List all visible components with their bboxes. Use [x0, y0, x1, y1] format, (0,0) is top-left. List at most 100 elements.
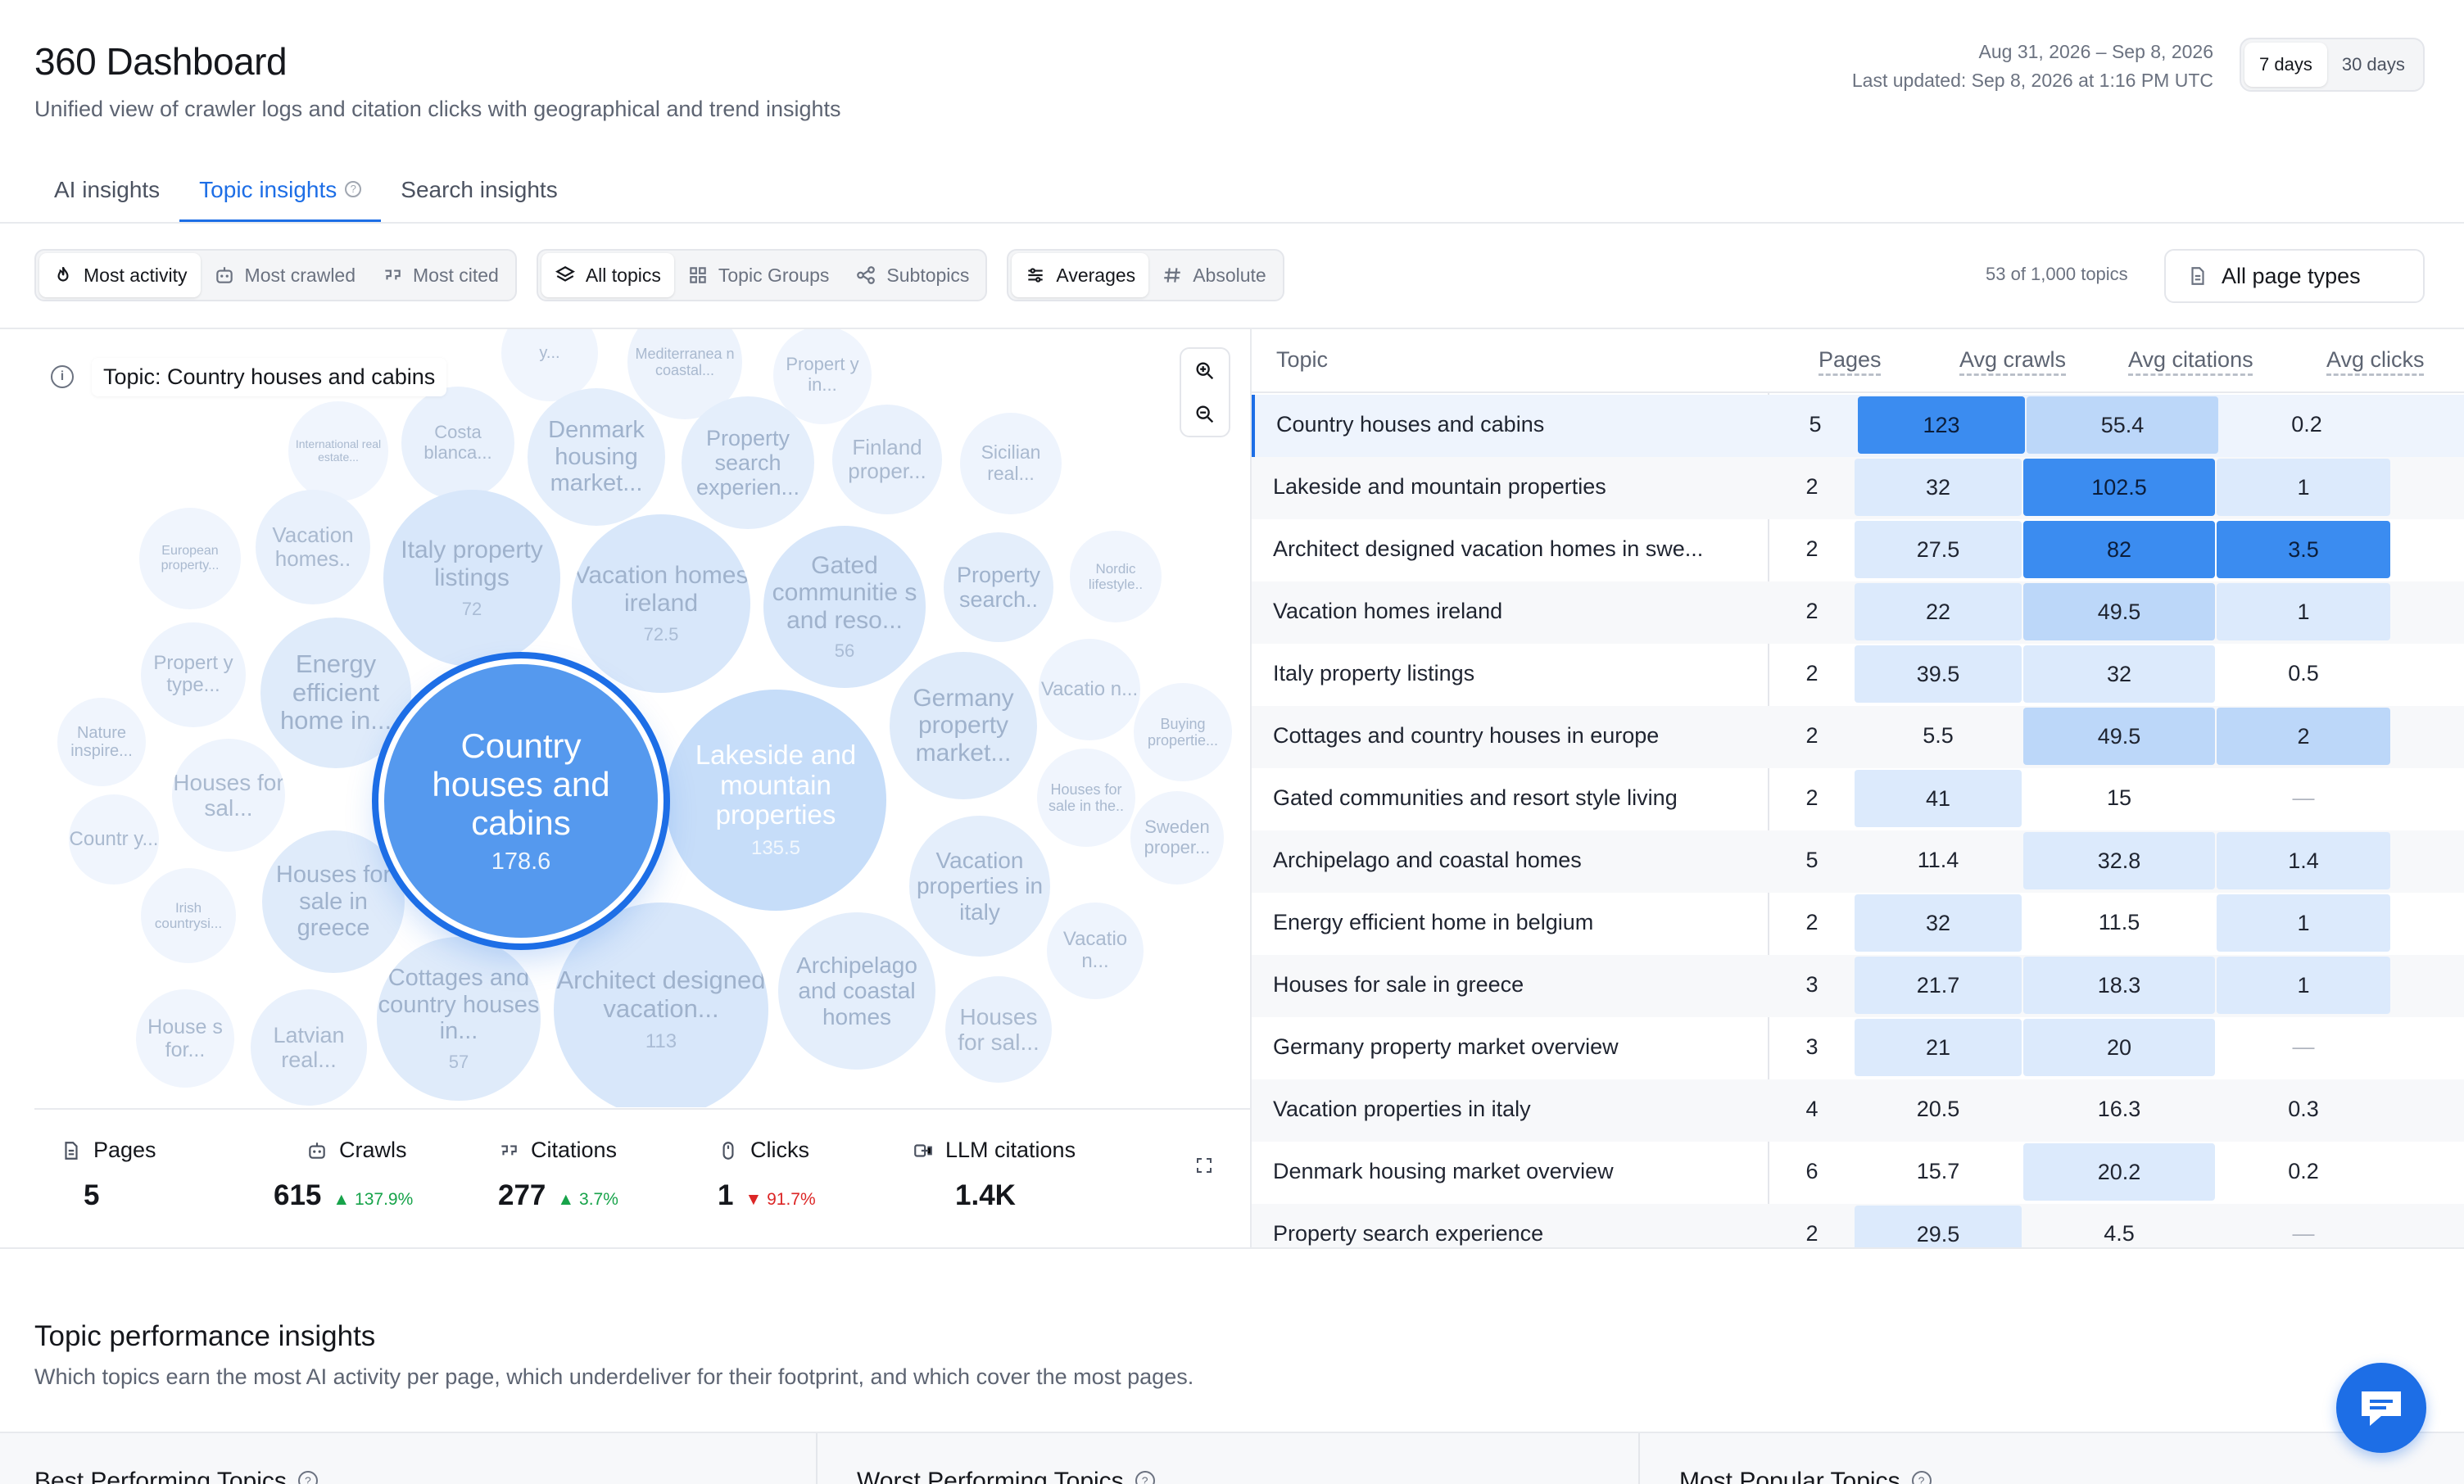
- sliders-icon: [1028, 268, 1044, 283]
- topic-bubble[interactable]: Costa blanca...: [401, 387, 514, 500]
- avg-citations-cell: 16.3: [2097, 1097, 2141, 1121]
- table-row[interactable]: Germany property market overview 3 21 20 —: [1252, 1017, 2464, 1079]
- zoom-in-icon[interactable]: [1194, 360, 1216, 382]
- topic-name: Vacation homes ireland: [1273, 599, 1503, 623]
- table-row[interactable]: Gated communities and resort style livin…: [1252, 768, 2464, 830]
- page-title: 360 Dashboard: [34, 40, 288, 83]
- topic-bubble[interactable]: Houses for sale in greece: [262, 830, 405, 973]
- topic-bubble[interactable]: International real estate...: [288, 401, 388, 501]
- subtopics-button[interactable]: Subtopics: [842, 253, 982, 297]
- table-row[interactable]: Houses for sale in greece 3 21.7 18.3 1: [1252, 955, 2464, 1017]
- topic-bubble[interactable]: Sicilian real...: [960, 413, 1062, 514]
- topic-bubble[interactable]: House s for...: [136, 989, 234, 1088]
- table-row[interactable]: Denmark housing market overview 6 15.7 20.2…: [1252, 1142, 2464, 1204]
- tab-ai-insights[interactable]: AI insights: [34, 170, 179, 223]
- range-7-days-button[interactable]: 7 days: [2244, 43, 2327, 87]
- column-header-topic[interactable]: Topic: [1276, 347, 1328, 373]
- card-best-performing[interactable]: Best Performing Topics?: [0, 1433, 318, 1484]
- absolute-button[interactable]: Absolute: [1148, 253, 1280, 297]
- topic-bubble[interactable]: Architect designed vacation... 113: [554, 903, 768, 1107]
- avg-crawls-cell: 20.5: [1916, 1097, 1960, 1121]
- table-row[interactable]: Vacation homes ireland 2 22 49.5 1: [1252, 581, 2464, 644]
- topic-bubble[interactable]: Property search..: [944, 532, 1053, 642]
- table-row[interactable]: Country houses and cabins 5 123 55.4 0.2: [1252, 395, 2464, 457]
- page-type-select[interactable]: All page types: [2164, 249, 2425, 303]
- table-row[interactable]: Architect designed vacation homes in swe…: [1252, 519, 2464, 581]
- button-label: Averages: [1056, 264, 1136, 286]
- button-label: Most cited: [413, 264, 499, 286]
- all-topics-button[interactable]: All topics: [541, 253, 674, 297]
- chat-button[interactable]: [2336, 1363, 2426, 1453]
- nodes-icon: [857, 266, 876, 284]
- topic-bubble[interactable]: Vacatio n...: [1039, 639, 1140, 740]
- tab-search-insights[interactable]: Search insights: [381, 170, 577, 223]
- topic-name: Italy property listings: [1273, 661, 1475, 685]
- table-row[interactable]: Property search experience 2 29.5 4.5 —: [1252, 1204, 2464, 1247]
- topic-bubble[interactable]: Sweden proper...: [1130, 791, 1224, 885]
- topic-bubble[interactable]: Archipelago and coastal homes: [778, 912, 935, 1070]
- table-row[interactable]: Cottages and country houses in europe 2 5.…: [1252, 706, 2464, 768]
- averages-button[interactable]: Averages: [1012, 253, 1149, 297]
- topic-bubble[interactable]: Germany property market...: [890, 652, 1037, 799]
- table-row[interactable]: Energy efficient home in belgium 2 32 11.5 1: [1252, 893, 2464, 955]
- topic-bubble[interactable]: Vacation homes..: [256, 490, 370, 604]
- pages-cell: 2: [1805, 910, 1819, 934]
- topic-bubble[interactable]: Countr y...: [69, 794, 159, 885]
- column-header-avg-crawls[interactable]: Avg crawls: [1959, 347, 2066, 373]
- topic-bubble[interactable]: Vacation properties in italy: [909, 816, 1050, 957]
- topic-bubble[interactable]: Cottages and country houses in... 57: [377, 937, 541, 1101]
- bubble-label: Nature inspire...: [70, 723, 133, 760]
- topic-bubble[interactable]: European property...: [139, 508, 241, 609]
- column-header-avg-clicks[interactable]: Avg clicks: [2326, 347, 2425, 373]
- topic-bubble[interactable]: Latvian real...: [251, 989, 367, 1106]
- topic-bubble[interactable]: Houses for sal...: [172, 739, 285, 852]
- topic-bubble[interactable]: Nature inspire...: [57, 698, 146, 786]
- question-icon[interactable]: ?: [1135, 1471, 1155, 1484]
- question-icon[interactable]: ?: [1911, 1471, 1932, 1484]
- column-header-avg-citations[interactable]: Avg citations: [2128, 347, 2253, 373]
- topic-bubble-selected[interactable]: Country houses and cabins 178.6: [378, 658, 664, 943]
- bubble-value: 135.5: [750, 837, 801, 860]
- question-icon[interactable]: ?: [345, 181, 362, 197]
- topic-bubble[interactable]: Houses for sale in the..: [1037, 749, 1135, 847]
- column-header-pages[interactable]: Pages: [1819, 347, 1882, 373]
- zoom-out-icon[interactable]: [1194, 403, 1216, 426]
- bubble-value: 113: [645, 1029, 677, 1052]
- delta-value: 91.7%: [767, 1190, 816, 1209]
- topic-bubble[interactable]: Propert y type...: [141, 622, 246, 727]
- topic-bubble[interactable]: Nordic lifestyle..: [1070, 531, 1162, 622]
- avg-clicks-cell: 0.2: [2288, 1159, 2319, 1183]
- topic-bubble[interactable]: Buying propertie...: [1134, 683, 1232, 781]
- topic-bubble[interactable]: Gated communitie s and reso... 56: [763, 526, 926, 688]
- topic-bubble[interactable]: Denmark housing market...: [528, 388, 665, 526]
- topic-bubble[interactable]: Italy property listings 72: [383, 490, 560, 667]
- table-row[interactable]: Italy property listings 2 39.5 32 0.5: [1252, 644, 2464, 706]
- expand-icon[interactable]: [1194, 1156, 1214, 1175]
- table-row[interactable]: Archipelago and coastal homes 5 11.4 32.8 1.…: [1252, 830, 2464, 893]
- most-crawled-button[interactable]: Most crawled: [201, 253, 369, 297]
- table-row[interactable]: Lakeside and mountain properties 2 32 102.5…: [1252, 457, 2464, 519]
- stat-value: 1.4K: [955, 1179, 1016, 1211]
- table-row[interactable]: Vacation properties in italy 4 20.5 16.3 0.3: [1252, 1079, 2464, 1142]
- topic-groups-button[interactable]: Topic Groups: [674, 253, 843, 297]
- info-icon[interactable]: i: [51, 365, 74, 388]
- range-30-days-button[interactable]: 30 days: [2327, 43, 2420, 87]
- card-most-popular[interactable]: Most Popular Topics?: [1645, 1433, 1932, 1484]
- bubble-value: 178.6: [491, 848, 551, 875]
- question-icon[interactable]: ?: [297, 1471, 318, 1484]
- avg-clicks-cell: 0.2: [2291, 412, 2322, 437]
- avg-clicks-cell: 1: [2217, 957, 2390, 1014]
- card-worst-performing[interactable]: Worst Performing Topics?: [822, 1433, 1155, 1484]
- most-activity-button[interactable]: Most activity: [39, 253, 201, 297]
- topic-bubble[interactable]: Lakeside and mountain properties 135.5: [665, 690, 886, 911]
- topic-bubble[interactable]: Vacation homes ireland 72.5: [572, 514, 750, 693]
- most-cited-button[interactable]: Most cited: [369, 253, 512, 297]
- topic-bubble[interactable]: Finland proper...: [832, 405, 942, 514]
- avg-crawls-cell: 32: [1855, 459, 2022, 516]
- topic-bubble[interactable]: Irish countrysi...: [141, 868, 236, 963]
- topic-bubble[interactable]: Property search experien...: [682, 396, 814, 529]
- link-icon: [914, 1143, 932, 1157]
- tab-topic-insights[interactable]: Topic insights?: [179, 170, 382, 223]
- topic-bubble[interactable]: Vacatio n...: [1047, 903, 1144, 999]
- topic-bubble[interactable]: Houses for sal...: [945, 976, 1052, 1083]
